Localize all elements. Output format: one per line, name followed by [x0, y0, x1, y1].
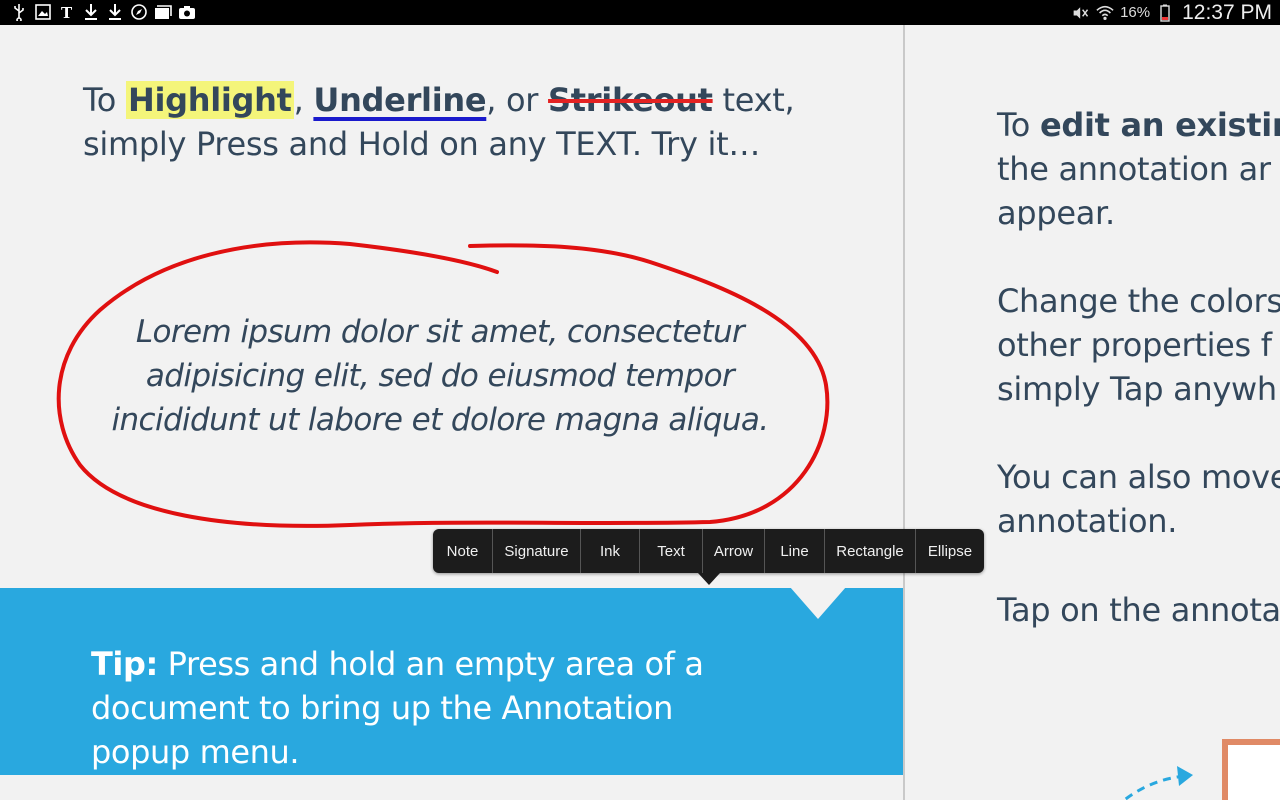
- annotation-popup-menu: Note Signature Ink Text Arrow Line Recta…: [433, 529, 984, 573]
- tip-line-3: popup menu.: [91, 733, 300, 771]
- menu-item-text[interactable]: Text: [640, 529, 703, 573]
- right-p2-line-2: other properties f: [997, 326, 1272, 364]
- tip-label: Tip:: [91, 645, 158, 683]
- lorem-line-3: incididunt ut labore et dolore magna ali…: [111, 402, 769, 438]
- ink-annotation[interactable]: [0, 0, 903, 600]
- right-p3-line-2: annotation.: [997, 502, 1178, 540]
- clock: 12:37 PM: [1182, 0, 1272, 24]
- right-paragraph-2: Change the colors other properties f sim…: [997, 279, 1280, 411]
- right-p1-bold: edit an existin: [1039, 106, 1280, 144]
- tip-line-1: Tip: Press and hold an empty area of a: [91, 642, 771, 686]
- battery-icon: [1156, 4, 1174, 22]
- right-p2-line-1: Change the colors: [997, 282, 1280, 320]
- tip-text: Tip: Press and hold an empty area of a d…: [91, 642, 771, 774]
- right-p1-line-2: the annotation ar: [997, 150, 1271, 188]
- battery-percent: 16%: [1120, 4, 1151, 21]
- tip-line-2: document to bring up the Annotation: [91, 689, 673, 727]
- dashed-arrow-icon: [1122, 766, 1193, 800]
- lorem-line-1: Lorem ipsum dolor sit amet, consectetur: [135, 314, 745, 350]
- menu-item-arrow[interactable]: Arrow: [703, 529, 765, 573]
- tip-notch: [790, 587, 846, 619]
- right-paragraph-1: To edit an existin the annotation ar app…: [997, 103, 1280, 235]
- right-p4-line-1: Tap on the annota: [997, 591, 1280, 629]
- document-page-right[interactable]: To edit an existin the annotation ar app…: [905, 25, 1280, 800]
- menu-item-line[interactable]: Line: [765, 529, 825, 573]
- menu-item-ellipse[interactable]: Ellipse: [916, 529, 984, 573]
- menu-item-signature[interactable]: Signature: [493, 529, 581, 573]
- tip-line-1-text: Press and hold an empty area of a: [157, 645, 704, 683]
- right-paragraph-4: Tap on the annota: [997, 588, 1280, 632]
- wifi-icon: [1096, 4, 1114, 22]
- menu-item-note[interactable]: Note: [433, 529, 493, 573]
- lorem-line-2: adipisicing elit, sed do eiusmod tempor: [145, 358, 735, 394]
- lorem-paragraph[interactable]: Lorem ipsum dolor sit amet, consectetur …: [60, 310, 820, 442]
- right-p1-line-1: To edit an existin: [997, 103, 1280, 147]
- mute-icon: [1072, 4, 1090, 22]
- page-thumbnail[interactable]: [1222, 739, 1280, 800]
- menu-item-rectangle[interactable]: Rectangle: [825, 529, 916, 573]
- right-paragraph-3: You can also move annotation.: [997, 455, 1280, 543]
- system-status: 16% 12:37 PM: [1072, 0, 1272, 25]
- popup-pointer: [698, 573, 720, 585]
- right-p1-prefix: To: [997, 106, 1040, 144]
- right-p2-line-3: simply Tap anywh: [997, 370, 1277, 408]
- right-p1-line-3: appear.: [997, 194, 1115, 232]
- right-p3-line-1: You can also move: [997, 458, 1280, 496]
- menu-item-ink[interactable]: Ink: [581, 529, 640, 573]
